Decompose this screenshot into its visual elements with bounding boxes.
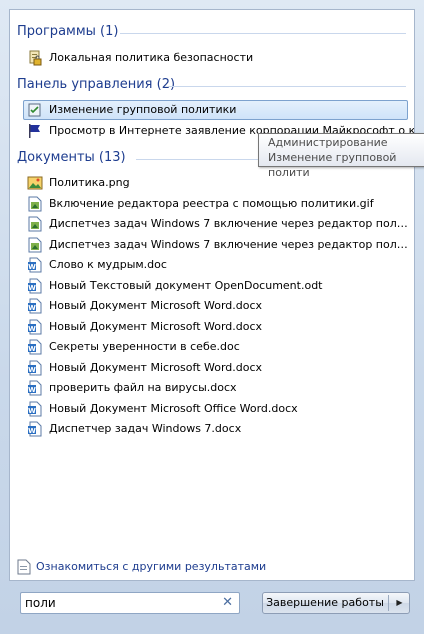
word-doc-icon: W	[27, 278, 43, 294]
document-item[interactable]: W Новый Документ Microsoft Word.docx	[23, 296, 408, 316]
svg-text:W: W	[28, 284, 36, 292]
document-item[interactable]: W Диспетчер задач Windows 7.docx	[23, 419, 408, 439]
svg-text:W: W	[28, 427, 36, 435]
document-item[interactable]: W Новый Текстовый документ OpenDocument.o…	[23, 276, 408, 296]
close-icon[interactable]: ✕	[222, 595, 233, 611]
item-label: Диспетчез задач Windows 7 включение чере…	[49, 217, 408, 230]
item-label: Новый Документ Microsoft Word.docx	[49, 360, 263, 374]
item-label: Изменение групповой политики	[49, 103, 237, 116]
gif-file-icon	[27, 196, 43, 212]
word-doc-icon: W	[27, 360, 43, 376]
svg-text:W: W	[28, 325, 36, 333]
search-box[interactable]: ✕	[20, 592, 240, 614]
shutdown-label: Завершение работы	[266, 596, 384, 609]
security-policy-icon	[27, 50, 43, 66]
word-doc-icon: W	[27, 380, 43, 396]
tooltip: Администрирование Изменение групповой по…	[258, 133, 424, 179]
item-label: Включение редактора реестра с помощью по…	[49, 196, 374, 210]
word-doc-icon: W	[27, 339, 43, 355]
svg-text:W: W	[28, 304, 36, 312]
flag-icon	[27, 123, 43, 139]
shutdown-button[interactable]: Завершение работы ▶	[262, 592, 410, 614]
document-item[interactable]: W Секреты уверенности в себе.doc	[23, 337, 408, 357]
document-item[interactable]: W Новый Документ Microsoft Word.docx	[23, 358, 408, 378]
search-input[interactable]	[25, 595, 215, 611]
svg-text:W: W	[28, 263, 36, 271]
word-doc-icon: W	[27, 257, 43, 273]
shutdown-separator	[388, 595, 389, 611]
item-label: Новый Документ Microsoft Word.docx	[49, 319, 263, 333]
document-item[interactable]: Диспетчез задач Windows 7 включение чере…	[23, 214, 408, 234]
group-policy-icon	[27, 102, 43, 118]
chevron-right-icon[interactable]: ▶	[390, 593, 409, 613]
word-doc-icon: W	[27, 421, 43, 437]
word-doc-icon: W	[27, 298, 43, 314]
tooltip-line-1: Администрирование	[268, 136, 388, 149]
document-item[interactable]: W Новый Документ Microsoft Word.docx	[23, 317, 408, 337]
item-label: Локальная политика безопасности	[49, 51, 254, 64]
gif-file-icon	[27, 237, 43, 253]
item-label: Диспетчез задач Windows 7 включение чере…	[49, 237, 408, 251]
group-header-documents[interactable]: Документы (13)	[17, 150, 126, 165]
search-results-panel: Программы (1) Локальная политика безопас…	[9, 9, 415, 581]
document-item[interactable]: Wпроверить файл на вирусы.docx	[23, 378, 408, 398]
tooltip-line-2: Изменение групповой полити	[268, 151, 397, 179]
group-divider	[168, 86, 406, 87]
item-label: Диспетчер задач Windows 7.docx	[49, 422, 242, 435]
word-doc-icon: W	[27, 401, 43, 417]
svg-text:W: W	[28, 407, 36, 415]
control-panel-item-group-policy[interactable]: Изменение групповой политики	[23, 100, 408, 120]
document-item[interactable]: Включение редактора реестра с помощью по…	[23, 194, 408, 214]
group-divider	[120, 33, 406, 34]
item-label: Слово к мудрым.doc	[49, 258, 167, 271]
item-label: Секреты уверенности в себе.doc	[49, 340, 240, 353]
more-results-label: Ознакомиться с другими результатами	[36, 560, 267, 573]
gif-file-icon	[27, 216, 43, 232]
document-item[interactable]: W Новый Документ Microsoft Office Word.do…	[23, 399, 408, 419]
item-label: проверить файл на вирусы.docx	[49, 381, 237, 394]
document-icon	[17, 559, 31, 575]
svg-text:W: W	[28, 386, 36, 394]
svg-text:W: W	[28, 366, 36, 374]
program-item-security-policy[interactable]: Локальная политика безопасности	[23, 48, 408, 68]
group-header-control-panel[interactable]: Панель управления (2)	[17, 77, 175, 92]
document-item[interactable]: W Слово к мудрым.doc	[23, 255, 408, 275]
item-label: Новый Документ Microsoft Office Word.doc…	[49, 401, 298, 415]
svg-text:W: W	[28, 345, 36, 353]
document-item[interactable]: Диспетчез задач Windows 7 включение чере…	[23, 235, 408, 255]
image-file-icon	[27, 175, 43, 191]
word-doc-icon: W	[27, 319, 43, 335]
item-label: Новый Текстовый документ OpenDocument.od…	[49, 278, 323, 292]
item-label: Новый Документ Microsoft Word.docx	[49, 299, 263, 312]
group-header-programs[interactable]: Программы (1)	[17, 24, 118, 39]
